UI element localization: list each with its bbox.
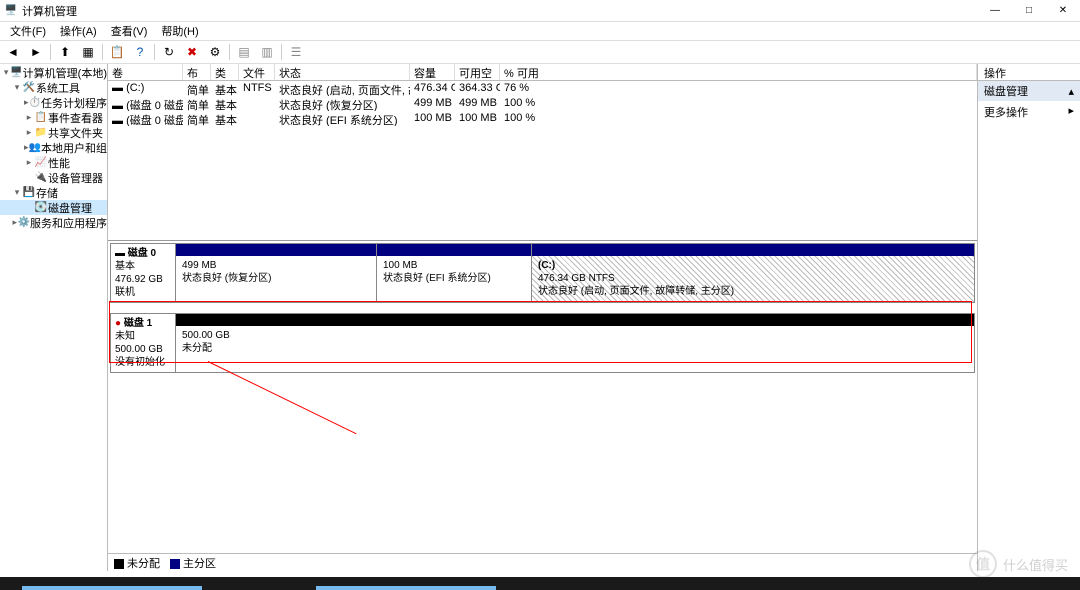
disk0-partition-1[interactable]: 499 MB 状态良好 (恢复分区) <box>176 244 376 302</box>
center-pane: 卷 布局 类型 文件系统 状态 容量 可用空间 % 可用 ▬ (C:) 简单 基… <box>108 64 978 571</box>
menubar: 文件(F) 操作(A) 查看(V) 帮助(H) <box>0 22 1080 40</box>
close-button[interactable]: ✕ <box>1046 0 1080 22</box>
toolbar: ◄ ► ⬆ ▦ 📋 ? ↻ ✖ ⚙ ▤ ▥ ☰ <box>0 40 1080 64</box>
properties-button[interactable]: 📋 <box>106 42 128 62</box>
actions-pane: 操作 磁盘管理 ▴ 更多操作 ▸ <box>978 64 1080 571</box>
main-area: ▾🖥️计算机管理(本地) ▾🛠️系统工具 ▸⏱️任务计划程序 ▸📋事件查看器 ▸… <box>0 64 1080 571</box>
titlebar: 🖥️ 计算机管理 — □ ✕ <box>0 0 1080 22</box>
disk-row-0[interactable]: ▬ 磁盘 0 基本 476.92 GB 联机 499 MB 状态良好 (恢复分区… <box>110 243 975 303</box>
show-hide-button[interactable]: ▦ <box>77 42 99 62</box>
drive-icon: ▬ <box>112 100 123 111</box>
disk1-unallocated[interactable]: 500.00 GB 未分配 <box>176 314 974 372</box>
legend-primary-swatch <box>170 559 180 569</box>
tree-systools[interactable]: ▾🛠️系统工具 <box>0 80 107 95</box>
legend: 未分配 主分区 <box>108 553 977 571</box>
view-top-button[interactable]: ▤ <box>233 42 255 62</box>
tree-root[interactable]: ▾🖥️计算机管理(本地) <box>0 65 107 80</box>
app-icon: 🖥️ <box>4 4 18 18</box>
menu-file[interactable]: 文件(F) <box>4 23 52 39</box>
disk1-info: ● 磁盘 1 未知 500.00 GB 没有初始化 <box>111 314 176 372</box>
disk0-partition-2[interactable]: 100 MB 状态良好 (EFI 系统分区) <box>376 244 531 302</box>
actions-more[interactable]: 更多操作 ▸ <box>978 101 1080 123</box>
list-view-button[interactable]: ☰ <box>285 42 307 62</box>
disk0-partition-c[interactable]: (C:) 476.34 GB NTFS 状态良好 (启动, 页面文件, 故障转储… <box>531 244 974 302</box>
tree-users[interactable]: ▸👥本地用户和组 <box>0 140 107 155</box>
col-volume[interactable]: 卷 <box>108 64 183 80</box>
col-free[interactable]: 可用空间 <box>455 64 500 80</box>
settings-button[interactable]: ⚙ <box>204 42 226 62</box>
col-type[interactable]: 类型 <box>211 64 239 80</box>
back-button[interactable]: ◄ <box>2 42 24 62</box>
view-bottom-button[interactable]: ▥ <box>256 42 278 62</box>
taskbar <box>0 577 1080 590</box>
tree-storage[interactable]: ▾💾存储 <box>0 185 107 200</box>
sidebar: ▾🖥️计算机管理(本地) ▾🛠️系统工具 ▸⏱️任务计划程序 ▸📋事件查看器 ▸… <box>0 64 108 571</box>
col-pct[interactable]: % 可用 <box>500 64 977 80</box>
legend-unalloc-swatch <box>114 559 124 569</box>
tree-eventvwr[interactable]: ▸📋事件查看器 <box>0 110 107 125</box>
menu-action[interactable]: 操作(A) <box>54 23 103 39</box>
menu-view[interactable]: 查看(V) <box>105 23 154 39</box>
tree-services[interactable]: ▸⚙️服务和应用程序 <box>0 215 107 230</box>
delete-button[interactable]: ✖ <box>181 42 203 62</box>
volume-list: ▬ (C:) 简单 基本 NTFS 状态良好 (启动, 页面文件, 故障转储, … <box>108 81 977 241</box>
volume-row[interactable]: ▬ (C:) 简单 基本 NTFS 状态良好 (启动, 页面文件, 故障转储, … <box>108 81 977 96</box>
disk-row-1[interactable]: ● 磁盘 1 未知 500.00 GB 没有初始化 500.00 GB 未分配 <box>110 313 975 373</box>
col-status[interactable]: 状态 <box>275 64 410 80</box>
collapse-icon[interactable]: ▴ <box>1068 85 1074 98</box>
actions-title: 操作 <box>978 64 1080 81</box>
window-title: 计算机管理 <box>22 3 978 19</box>
tree-diskmgmt[interactable]: 💽磁盘管理 <box>0 200 107 215</box>
menu-help[interactable]: 帮助(H) <box>155 23 204 39</box>
col-layout[interactable]: 布局 <box>183 64 211 80</box>
drive-icon: ▬ <box>112 82 123 94</box>
volume-row[interactable]: ▬ (磁盘 0 磁盘分区 2) 简单 基本 状态良好 (EFI 系统分区) 10… <box>108 111 977 126</box>
chevron-right-icon: ▸ <box>1068 104 1074 120</box>
drive-icon: ▬ <box>112 115 123 126</box>
refresh-button[interactable]: ↻ <box>158 42 180 62</box>
actions-subhead: 磁盘管理 ▴ <box>978 81 1080 101</box>
minimize-button[interactable]: — <box>978 0 1012 22</box>
up-button[interactable]: ⬆ <box>54 42 76 62</box>
forward-button[interactable]: ► <box>25 42 47 62</box>
tree-devmgr[interactable]: 🔌设备管理器 <box>0 170 107 185</box>
disk-graphical-view: ▬ 磁盘 0 基本 476.92 GB 联机 499 MB 状态良好 (恢复分区… <box>108 241 977 553</box>
help-button[interactable]: ? <box>129 42 151 62</box>
volume-header: 卷 布局 类型 文件系统 状态 容量 可用空间 % 可用 <box>108 64 977 81</box>
disk0-info: ▬ 磁盘 0 基本 476.92 GB 联机 <box>111 244 176 302</box>
volume-row[interactable]: ▬ (磁盘 0 磁盘分区 1) 简单 基本 状态良好 (恢复分区) 499 MB… <box>108 96 977 111</box>
tree-shared[interactable]: ▸📁共享文件夹 <box>0 125 107 140</box>
maximize-button[interactable]: □ <box>1012 0 1046 22</box>
col-cap[interactable]: 容量 <box>410 64 455 80</box>
tree-perf[interactable]: ▸📈性能 <box>0 155 107 170</box>
tree-tasksched[interactable]: ▸⏱️任务计划程序 <box>0 95 107 110</box>
col-fs[interactable]: 文件系统 <box>239 64 275 80</box>
